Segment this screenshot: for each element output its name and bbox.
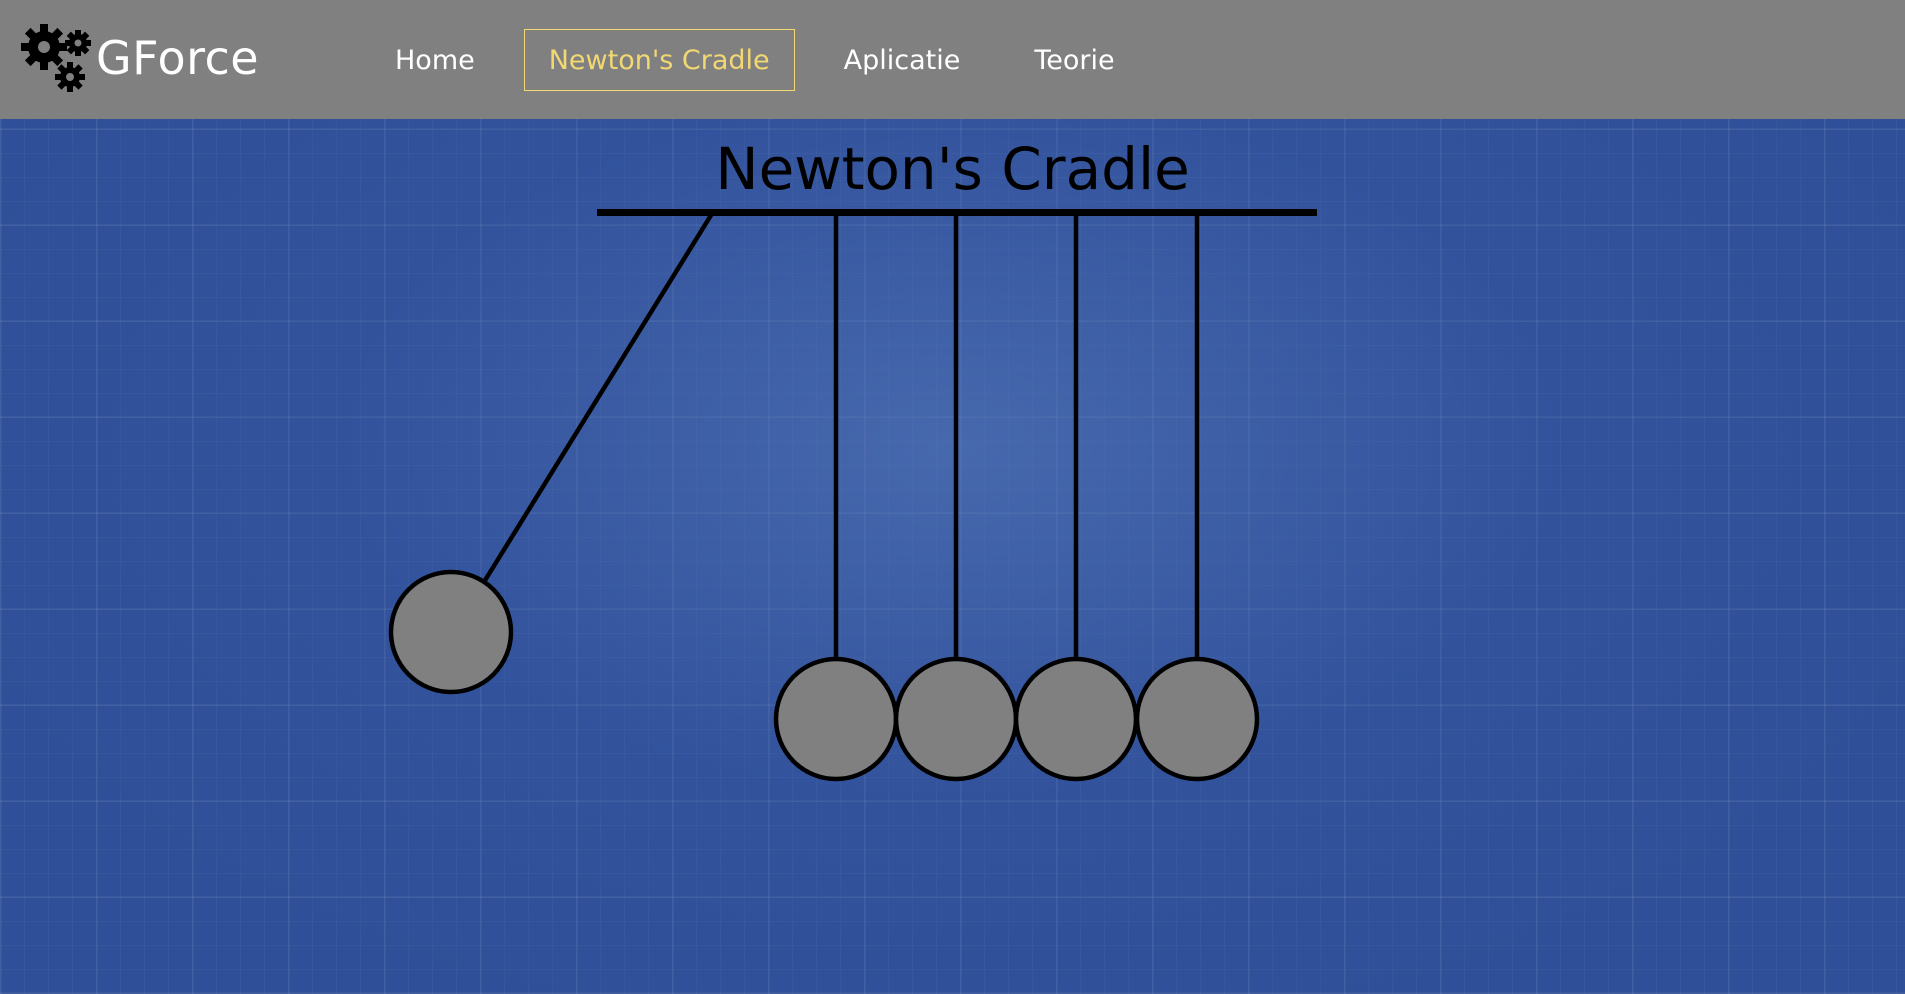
cradle-ball-1[interactable] xyxy=(388,569,514,695)
cradle-string-1 xyxy=(482,210,715,584)
newtons-cradle-animation[interactable] xyxy=(0,0,1905,994)
cradle-ball-4[interactable] xyxy=(1013,656,1139,782)
cradle-ball-2[interactable] xyxy=(773,656,899,782)
cradle-ball-5[interactable] xyxy=(1134,656,1260,782)
cradle-ball-3[interactable] xyxy=(893,656,1019,782)
